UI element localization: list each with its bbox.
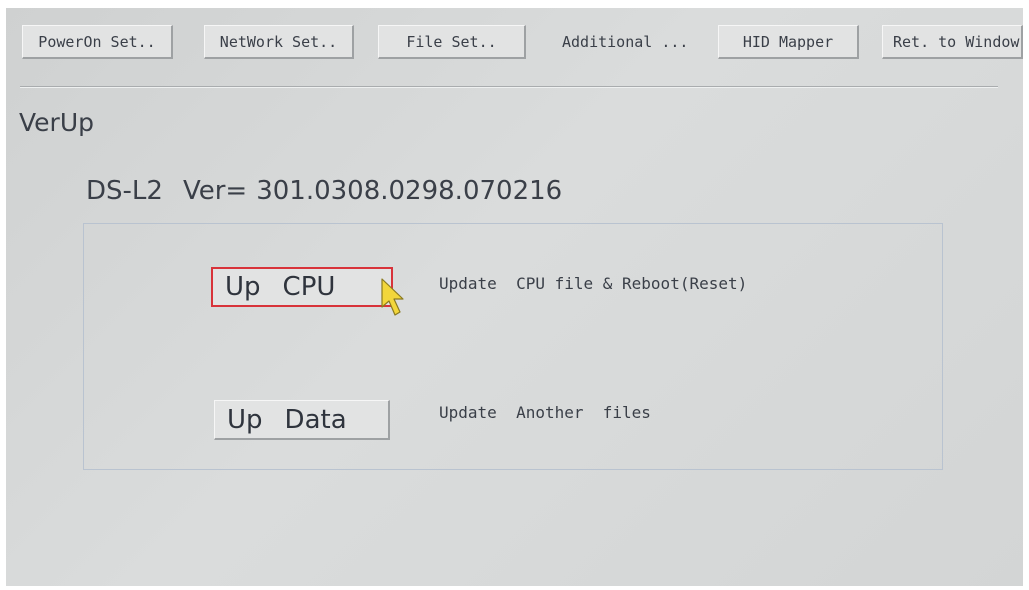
up-cpu-word1: Up xyxy=(225,272,261,302)
up-cpu-description: Update CPU file & Reboot(Reset) xyxy=(439,274,748,293)
file-set-button[interactable]: File Set.. xyxy=(378,25,526,59)
up-data-word2: Data xyxy=(284,404,347,435)
up-data-button[interactable]: Up Data xyxy=(214,400,390,440)
arrow-cursor-icon xyxy=(381,278,404,316)
update-panel xyxy=(83,223,943,470)
page-title: VerUp xyxy=(19,108,94,137)
up-cpu-word2: CPU xyxy=(282,272,336,302)
return-to-window-button[interactable]: Ret. to Window xyxy=(882,25,1023,59)
up-data-word1: Up xyxy=(227,404,263,435)
divider xyxy=(20,86,998,88)
poweron-set-button[interactable]: PowerOn Set.. xyxy=(22,25,173,59)
version-value: 301.0308.0298.070216 xyxy=(256,176,563,206)
up-data-description: Update Another files xyxy=(439,403,651,422)
additional-label: Additional ... xyxy=(562,33,689,51)
device-name: DS-L2 xyxy=(86,176,163,206)
verup-screen: PowerOn Set.. NetWork Set.. File Set.. A… xyxy=(6,8,1023,586)
up-cpu-button[interactable]: Up CPU xyxy=(211,267,393,307)
version-label: Ver= xyxy=(182,176,248,206)
network-set-button[interactable]: NetWork Set.. xyxy=(204,25,354,59)
version-info: DS-L2 Ver= 301.0308.0298.070216 xyxy=(86,176,562,206)
hid-mapper-button[interactable]: HID Mapper xyxy=(718,25,859,59)
